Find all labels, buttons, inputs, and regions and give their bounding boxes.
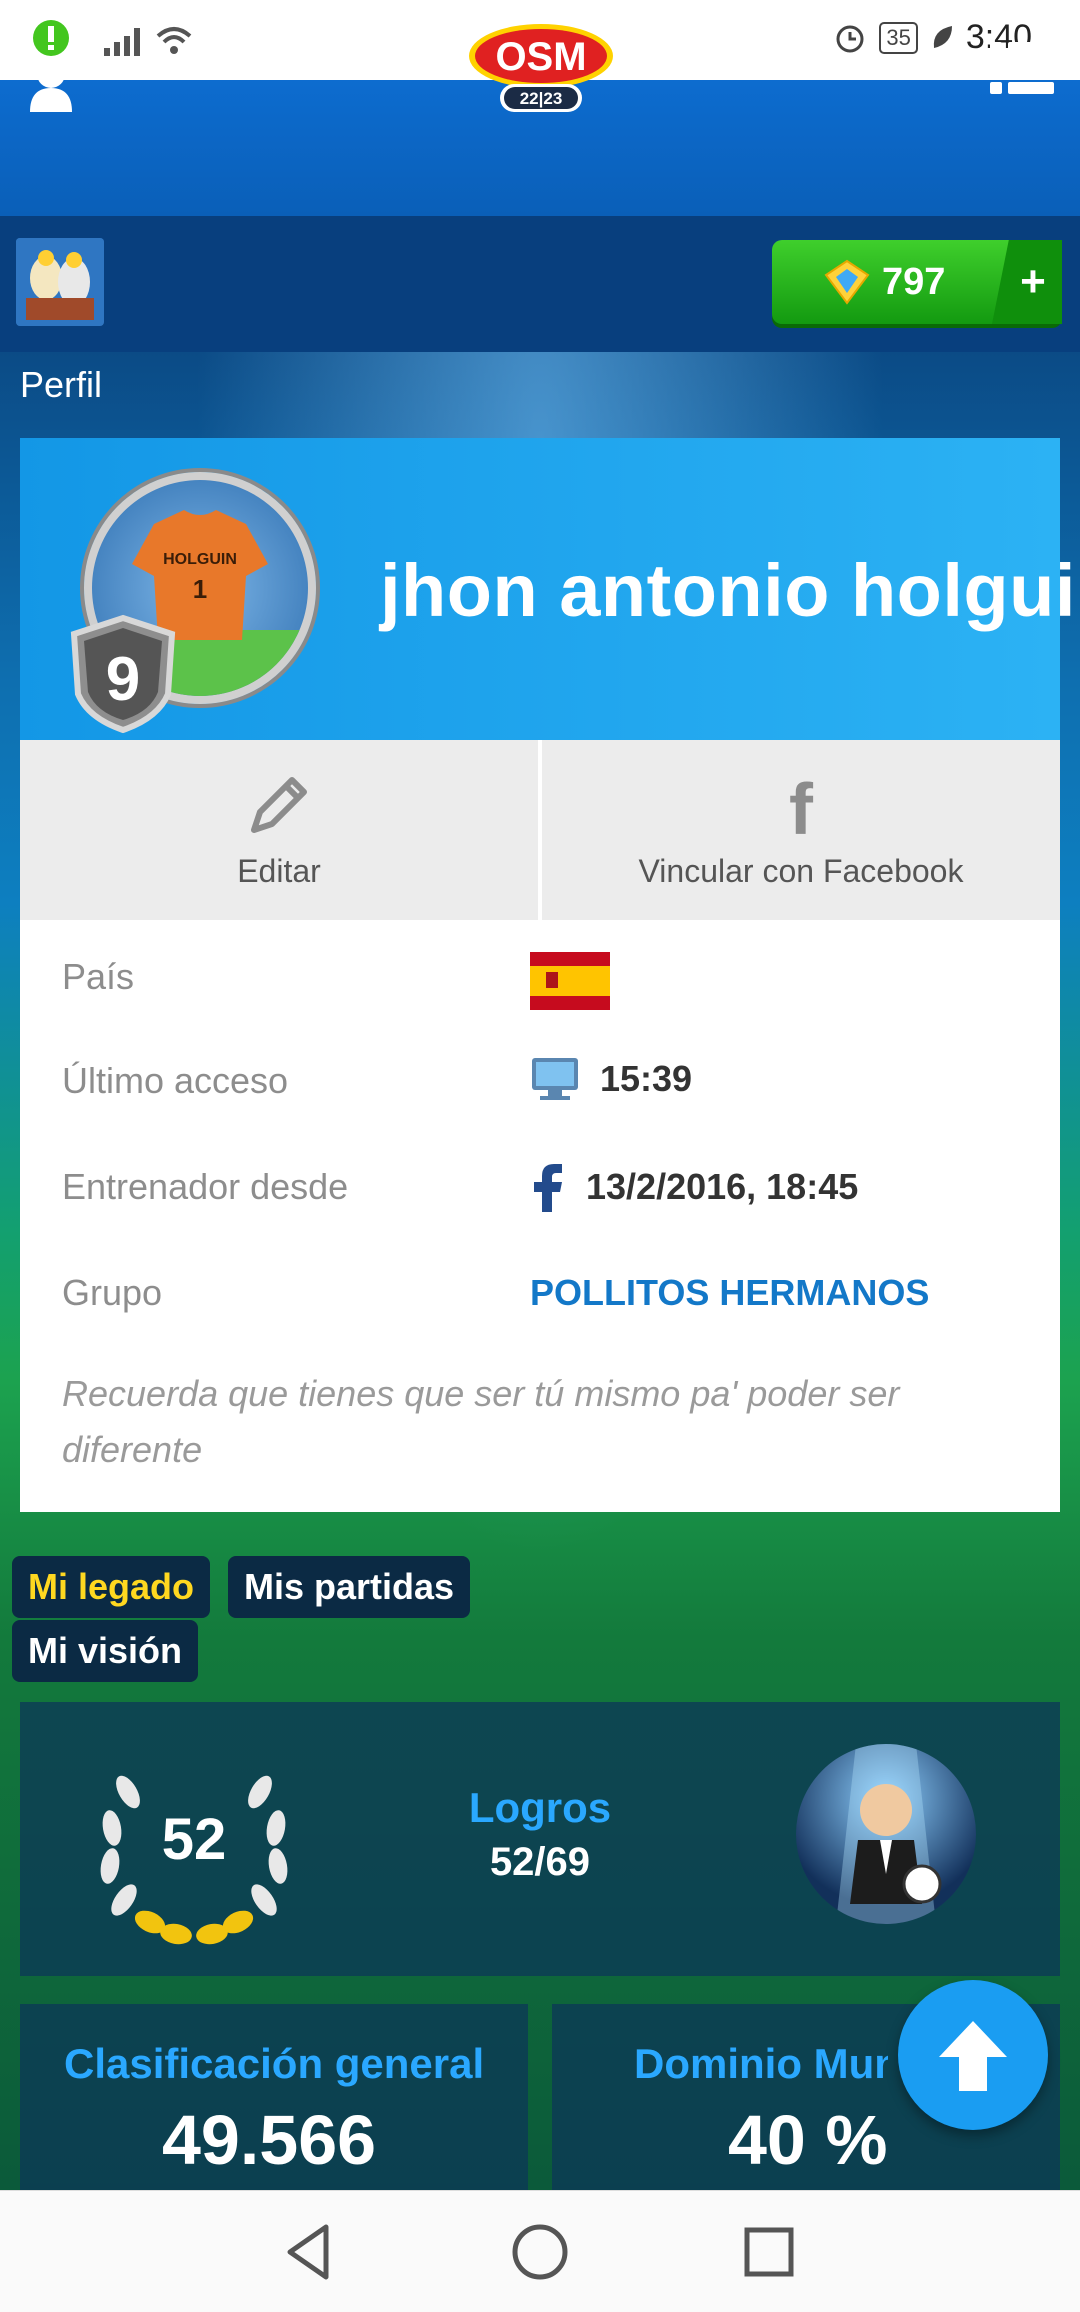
osm-logo: OSM 22|23 [466,20,616,116]
club-crest[interactable] [16,238,104,326]
add-coins-button[interactable]: + [992,240,1062,324]
level-shield-icon: 9 [70,614,176,734]
general-ranking-title: Clasificación general [64,2040,485,2087]
edit-label: Editar [237,853,321,889]
profile-motto: Recuerda que tienes que ser tú mismo pa'… [62,1373,900,1470]
group-link[interactable]: POLLITOS HERMANOS [530,1272,929,1314]
last-access-value: 15:39 [600,1058,693,1099]
facebook-label: Vincular con Facebook [638,853,964,889]
country-value [530,952,610,1010]
world-domination-value: 40 % [728,2101,888,2179]
facebook-glyph: f [789,770,814,840]
spain-flag-icon [530,952,610,1010]
link-facebook-button[interactable]: f Vincular con Facebook [542,740,1060,920]
recents-icon[interactable] [736,2219,802,2285]
tab-mi-vision[interactable]: Mi visión [12,1620,199,1682]
signal-indicators [104,24,194,56]
home-icon[interactable] [507,2219,573,2285]
facebook-icon: f [789,770,814,840]
manager-alert-icon[interactable] [24,18,78,114]
manager-mascot [796,1744,976,1924]
country-label: País [62,956,135,997]
coach-since-label: Entrenador desde [62,1166,349,1207]
legacy-score: 52 [161,1807,227,1872]
world-domination-title: Dominio Mundial [634,2040,888,2087]
page-title: Perfil [20,364,103,405]
logo-text: OSM [495,35,586,79]
player-name: jhon antonio holguin [380,549,1080,632]
achievements-count: 52/69 [489,1840,591,1884]
coin-gem-icon [824,259,870,305]
pencil-icon [251,777,307,833]
shirt-number: 1 [193,574,207,604]
back-icon[interactable] [276,2219,342,2285]
group-label: Grupo [62,1272,163,1313]
system-nav-bar [0,2190,1080,2312]
coins-value: 797 [882,260,946,303]
last-access-label: Último acceso [62,1060,289,1101]
alarm-icon [836,25,864,52]
edit-button[interactable]: Editar [20,740,538,920]
computer-icon [532,1058,578,1100]
tab-mis-partidas[interactable]: Mis partidas [228,1556,471,1618]
level-number: 9 [106,645,140,714]
menu-icon[interactable] [990,40,1054,96]
season-label: 22|23 [520,89,563,108]
leaf-icon [933,25,952,48]
tab-mi-legado[interactable]: Mi legado [12,1556,211,1618]
coins-button[interactable]: 797 + [772,240,1062,324]
achievements-title[interactable]: Logros [390,1784,690,1832]
scroll-to-top-button[interactable] [898,1980,1048,2130]
coach-since-value-group: 13/2/2016, 18:45 [530,1162,858,1212]
cell-signal-icon [104,26,140,56]
coach-since-value: 13/2/2016, 18:45 [586,1166,859,1207]
facebook-small-icon [534,1164,562,1212]
last-access-value-group: 15:39 [530,1056,692,1102]
shirt-name: HOLGUIN [163,551,237,568]
profile-actions: Editar f Vincular con Facebook [20,740,1060,920]
general-ranking-value: 49.566 [162,2101,377,2179]
battery-level: 35 [879,21,918,54]
arrow-up-icon [939,2021,1007,2091]
wifi-icon [156,27,192,54]
